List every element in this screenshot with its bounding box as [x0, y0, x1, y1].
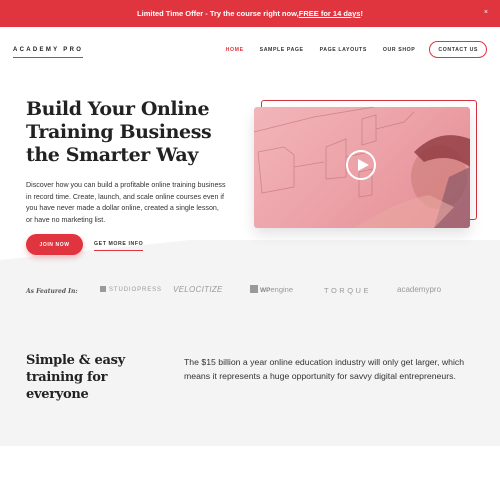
intro-text: The $15 billion a year online education … [184, 357, 465, 381]
studiopress-mark-icon [100, 286, 106, 292]
grey-section-background [0, 240, 500, 446]
torque-logo: TORQUE [324, 286, 371, 295]
hero-description: Discover how you can build a profitable … [26, 181, 226, 224]
site-header: ACADEMY PRO HOME SAMPLE PAGE PAGE LAYOUT… [0, 27, 500, 77]
featured-label: As Featured In: [26, 288, 78, 295]
nav-sample-page[interactable]: SAMPLE PAGE [260, 47, 304, 53]
join-now-button[interactable]: JOIN NOW [26, 234, 83, 255]
wpengine-mark-icon [250, 285, 258, 293]
nav-page-layouts[interactable]: PAGE LAYOUTS [320, 47, 367, 53]
hero-title: Build Your Online Training Business the … [26, 98, 212, 166]
studiopress-logo: STUDIOPRESS [100, 286, 162, 293]
close-icon[interactable]: × [484, 9, 488, 16]
nav-our-shop[interactable]: OUR SHOP [383, 47, 415, 53]
site-logo[interactable]: ACADEMY PRO [13, 47, 84, 58]
announcement-suffix: ! [360, 9, 363, 18]
announcement-bar: Limited Time Offer - Try the course righ… [0, 0, 500, 27]
get-more-info-link[interactable]: GET MORE INFO [94, 241, 144, 251]
academypro-logo: academypro [397, 285, 442, 294]
contact-us-button[interactable]: CONTACT US [429, 41, 487, 58]
intro-title: Simple & easy training for everyone [26, 353, 125, 402]
announcement-text: Limited Time Offer - Try the course righ… [137, 9, 299, 18]
velocitize-logo: VELOCITIZE [173, 285, 223, 294]
wpengine-logo: WPengine [250, 285, 293, 294]
main-nav: HOME SAMPLE PAGE PAGE LAYOUTS OUR SHOP C… [210, 41, 487, 58]
nav-home[interactable]: HOME [226, 47, 244, 53]
free-trial-link[interactable]: FREE for 14 days [299, 9, 361, 18]
play-icon[interactable] [346, 150, 376, 180]
